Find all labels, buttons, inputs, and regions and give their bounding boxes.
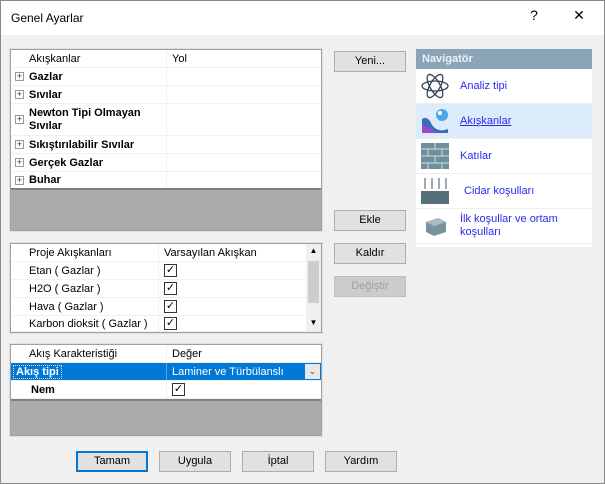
table-row-selected[interactable]: Akış tipi Laminer ve Türbülanslı ⌄	[11, 363, 321, 381]
scroll-down-icon[interactable]: ▼	[306, 318, 321, 327]
fluid-name: H2O ( Gazlar )	[29, 282, 101, 295]
close-button[interactable]: ✕	[564, 7, 594, 24]
header-fluids: Akışkanlar	[29, 52, 81, 65]
default-checkbox[interactable]: ✓	[164, 282, 177, 295]
wall-arrows-icon	[421, 178, 449, 204]
table-header: Akış Karakteristiği Değer	[11, 345, 321, 363]
brick-wall-icon	[421, 143, 449, 169]
tree-label: Newton Tipi Olmayan Sıvılar	[29, 106, 141, 132]
new-button[interactable]: Yeni...	[334, 51, 406, 72]
fluid-name: Etan ( Gazlar )	[29, 264, 101, 277]
empty-area	[11, 399, 321, 435]
nav-item-label: Analiz tipi	[460, 80, 508, 92]
nav-item-fluids[interactable]: Akışkanlar	[416, 104, 592, 139]
table-row[interactable]: Karbon dioksit ( Gazlar ) ✓	[11, 316, 306, 332]
fluid-name: Karbon dioksit ( Gazlar )	[29, 317, 148, 330]
flow-type-select[interactable]: Laminer ve Türbülanslı ⌄	[166, 363, 321, 380]
tree-label: Buhar	[29, 174, 61, 186]
tree-row[interactable]: + Buhar	[11, 172, 321, 189]
default-checkbox[interactable]: ✓	[164, 264, 177, 277]
help-dialog-button[interactable]: Yardım	[325, 451, 397, 472]
header-project-fluids: Proje Akışkanları	[29, 246, 112, 259]
default-checkbox[interactable]: ✓	[164, 317, 177, 330]
scroll-thumb[interactable]	[308, 261, 319, 303]
fluid-drop-icon	[422, 109, 448, 133]
tree-label: Gazlar	[29, 70, 63, 83]
apply-button[interactable]: Uygula	[159, 451, 231, 472]
header-default-fluid: Varsayılan Akışkan	[158, 244, 257, 261]
block-icon	[426, 218, 446, 236]
table-header: Proje Akışkanları Varsayılan Akışkan	[11, 244, 306, 262]
flow-characteristics-table: Akış Karakteristiği Değer Akış tipi Lami…	[9, 343, 323, 437]
default-checkbox[interactable]: ✓	[164, 300, 177, 313]
project-fluids-table: Proje Akışkanları Varsayılan Akışkan Eta…	[9, 242, 323, 334]
navigator-title: Navigatör	[416, 49, 592, 69]
humidity-label: Nem	[31, 383, 55, 396]
chevron-down-icon[interactable]: ⌄	[305, 364, 320, 379]
tree-label: Sıkıştırılabilir Sıvılar	[29, 138, 135, 151]
tree-header: Akışkanlar Yol	[11, 50, 321, 68]
window-title: Genel Ayarlar	[11, 11, 84, 25]
nav-item-label: Katılar	[460, 150, 492, 162]
change-button[interactable]: Değiştir	[334, 276, 406, 297]
ok-button[interactable]: Tamam	[76, 451, 148, 472]
nav-item-label: İlk koşullar ve ortam koşulları	[460, 213, 558, 238]
atom-icon	[421, 73, 449, 99]
tree-row[interactable]: + Gazlar	[11, 68, 321, 86]
scrollbar[interactable]: ▲ ▼	[306, 244, 321, 332]
flow-type-value: Laminer ve Türbülanslı	[172, 365, 284, 378]
fluids-tree: Akışkanlar Yol + Gazlar + Sıvılar + Newton …	[9, 48, 323, 232]
cancel-button[interactable]: İptal	[242, 451, 314, 472]
humidity-checkbox[interactable]: ✓	[172, 383, 185, 396]
table-row[interactable]: Hava ( Gazlar ) ✓	[11, 298, 306, 316]
tree-label: Gerçek Gazlar	[29, 156, 103, 169]
tree-row[interactable]: + Gerçek Gazlar	[11, 154, 321, 172]
nav-item-label: Akışkanlar	[460, 115, 512, 127]
tree-row[interactable]: + Sıvılar	[11, 86, 321, 104]
table-row[interactable]: H2O ( Gazlar ) ✓	[11, 280, 306, 298]
table-row[interactable]: Nem ✓	[11, 381, 321, 399]
table-row[interactable]: Etan ( Gazlar ) ✓	[11, 262, 306, 280]
nav-item-wall-conditions[interactable]: Cidar koşulları	[416, 174, 592, 209]
title-bar: Genel Ayarlar ? ✕	[1, 1, 604, 35]
nav-item-initial-conditions[interactable]: İlk koşullar ve ortam koşulları	[416, 209, 592, 244]
nav-item-analysis-type[interactable]: Analiz tipi	[416, 69, 592, 104]
nav-item-label: Cidar koşulları	[464, 185, 535, 197]
add-button[interactable]: Ekle	[334, 210, 406, 231]
nav-item-solids[interactable]: Katılar	[416, 139, 592, 174]
header-flow-characteristic: Akış Karakteristiği	[29, 347, 118, 360]
tree-row[interactable]: + Sıkıştırılabilir Sıvılar	[11, 136, 321, 154]
fluid-name: Hava ( Gazlar )	[29, 300, 104, 313]
flow-type-label: Akış tipi	[13, 364, 62, 379]
help-button[interactable]: ?	[519, 7, 549, 23]
header-path: Yol	[166, 50, 187, 67]
navigator-panel: Navigatör Analiz tipi Akışkanlar Katılar…	[416, 49, 592, 247]
tree-label: Sıvılar	[29, 88, 63, 101]
remove-button[interactable]: Kaldır	[334, 243, 406, 264]
scroll-up-icon[interactable]: ▲	[306, 246, 321, 255]
header-value: Değer	[166, 345, 202, 362]
tree-row[interactable]: + Newton Tipi Olmayan Sıvılar	[11, 104, 321, 136]
empty-area	[11, 188, 321, 230]
